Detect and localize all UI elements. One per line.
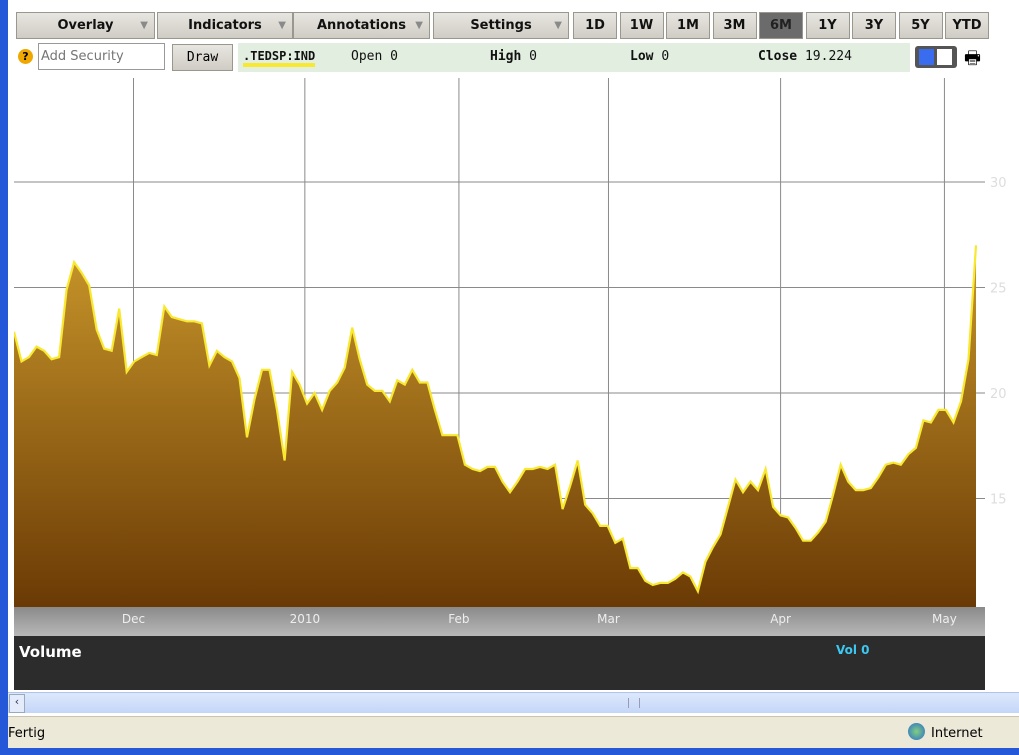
close-label: Close bbox=[758, 49, 798, 64]
range-button-1y[interactable]: 1Y bbox=[805, 12, 850, 39]
y-tick-label: 20 bbox=[990, 387, 1007, 402]
high-value: 0 bbox=[529, 49, 537, 64]
range-button-3m[interactable]: 3M bbox=[712, 12, 757, 39]
menu-overlay[interactable]: Overlay ▼ bbox=[16, 12, 155, 39]
high-label: High bbox=[490, 49, 522, 64]
window-border-bottom bbox=[0, 748, 1019, 755]
volume-title: Volume bbox=[19, 643, 82, 661]
menu-label: Overlay bbox=[57, 18, 114, 33]
menu-label: Indicators bbox=[188, 18, 262, 33]
menu-annotations[interactable]: Annotations ▼ bbox=[293, 12, 430, 39]
menu-indicators[interactable]: Indicators ▼ bbox=[157, 12, 293, 39]
status-bar: Fertig Internet bbox=[8, 716, 1019, 749]
help-icon[interactable]: ? bbox=[18, 49, 33, 64]
range-button-ytd[interactable]: YTD bbox=[945, 12, 989, 39]
horizontal-scrollbar[interactable]: ‹ bbox=[8, 692, 1019, 713]
close-readout: Close 19.224 bbox=[758, 49, 852, 64]
dropdown-arrow-icon: ▼ bbox=[140, 20, 148, 31]
low-value: 0 bbox=[661, 49, 670, 64]
menu-label: Settings bbox=[470, 18, 532, 33]
x-tick-label: Mar bbox=[597, 612, 620, 626]
high-readout: High 0 bbox=[490, 49, 537, 64]
print-icon[interactable]: 🖶 bbox=[964, 46, 981, 76]
menu-label: Annotations bbox=[316, 18, 407, 33]
scroll-thumb[interactable] bbox=[628, 698, 640, 708]
price-chart: 15 20 25 30 bbox=[14, 78, 1007, 607]
draw-button[interactable]: Draw bbox=[172, 44, 233, 71]
scroll-left-button[interactable]: ‹ bbox=[9, 694, 25, 713]
x-tick-label: May bbox=[932, 612, 957, 626]
low-readout: Low 0 bbox=[630, 49, 669, 64]
globe-icon bbox=[908, 723, 925, 740]
x-tick-label: Dec bbox=[121, 612, 146, 626]
zone-text: Internet bbox=[931, 726, 983, 741]
x-tick-label: 2010 bbox=[289, 612, 321, 626]
add-security-input[interactable] bbox=[38, 43, 165, 70]
price-area bbox=[14, 245, 976, 607]
x-axis-band bbox=[14, 607, 985, 636]
color-toggle[interactable] bbox=[915, 46, 957, 68]
status-text: Fertig bbox=[8, 726, 46, 741]
range-button-1m[interactable]: 1M bbox=[666, 12, 710, 39]
y-tick-label: 30 bbox=[990, 176, 1007, 191]
volume-panel: Volume Vol 0 bbox=[14, 636, 985, 690]
range-button-1w[interactable]: 1W bbox=[619, 12, 664, 39]
y-tick-label: 15 bbox=[990, 493, 1007, 508]
dropdown-arrow-icon: ▼ bbox=[554, 20, 562, 31]
range-button-1d[interactable]: 1D bbox=[573, 12, 617, 39]
y-tick-label: 25 bbox=[990, 282, 1007, 297]
dropdown-arrow-icon: ▼ bbox=[278, 20, 286, 31]
range-button-5y[interactable]: 5Y bbox=[898, 12, 943, 39]
menu-settings[interactable]: Settings ▼ bbox=[433, 12, 569, 39]
range-button-6m[interactable]: 6M bbox=[759, 12, 803, 39]
volume-value: Vol 0 bbox=[836, 643, 870, 657]
open-label: Open bbox=[351, 49, 383, 64]
x-tick-label: Feb bbox=[448, 612, 470, 626]
x-tick-label: Apr bbox=[770, 612, 791, 626]
dropdown-arrow-icon: ▼ bbox=[415, 20, 423, 31]
window-border-left bbox=[0, 0, 8, 755]
close-value: 19.224 bbox=[804, 49, 852, 64]
open-value: 0 bbox=[390, 49, 398, 64]
low-label: Low bbox=[630, 49, 654, 64]
range-button-3y[interactable]: 3Y bbox=[852, 12, 896, 39]
symbol-label[interactable]: .TEDSP:IND bbox=[243, 49, 316, 67]
open-readout: Open 0 bbox=[351, 49, 398, 64]
